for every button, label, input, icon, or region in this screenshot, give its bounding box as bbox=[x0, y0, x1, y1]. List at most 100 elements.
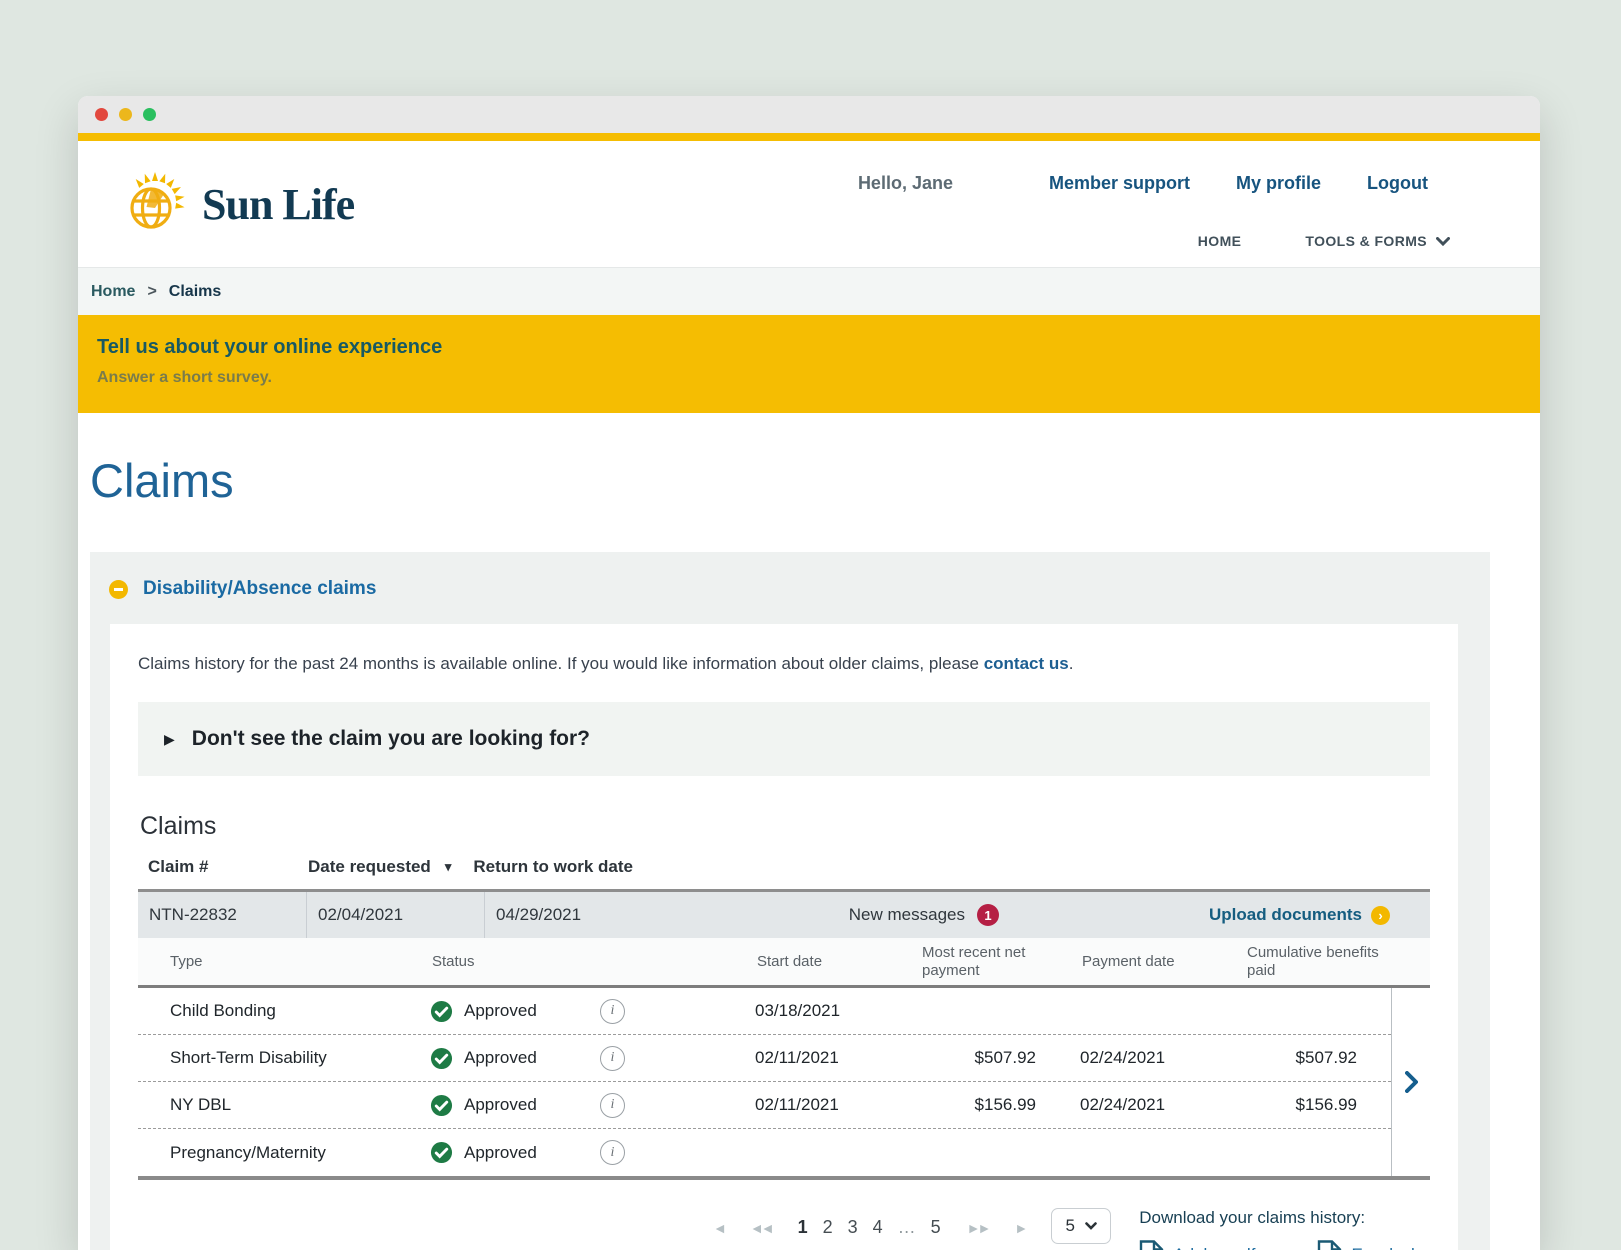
table-row[interactable]: Child Bonding Approved i 03/18/2021 bbox=[138, 988, 1391, 1035]
sort-arrow-icon[interactable]: ▾ bbox=[445, 859, 452, 875]
cumulative-paid: $507.92 bbox=[1245, 1048, 1391, 1068]
sunlife-logo[interactable]: Sun Life bbox=[118, 165, 354, 244]
new-messages-label: New messages bbox=[849, 905, 965, 925]
payment-date: 02/24/2021 bbox=[1080, 1095, 1245, 1115]
page-number-2[interactable]: 2 bbox=[823, 1217, 833, 1238]
claim-rows: Child Bonding Approved i 03/18/2021 bbox=[138, 988, 1392, 1176]
page-number-1[interactable]: 1 bbox=[798, 1217, 808, 1238]
claims-history-note: Claims history for the past 24 months is… bbox=[138, 654, 1430, 674]
col-start-date: Start date bbox=[755, 953, 920, 970]
missing-claim-question: Don't see the claim you are looking for? bbox=[192, 727, 590, 751]
user-greeting: Hello, Jane bbox=[858, 173, 953, 194]
claim-return-date: 04/29/2021 bbox=[484, 892, 754, 938]
nav-tools-forms-label: TOOLS & FORMS bbox=[1305, 233, 1427, 249]
page-number-3[interactable]: 3 bbox=[848, 1217, 858, 1238]
maximize-window-icon[interactable] bbox=[143, 108, 156, 121]
net-payment: $507.92 bbox=[920, 1048, 1080, 1068]
claim-summary-row[interactable]: NTN-22832 02/04/2021 04/29/2021 New mess… bbox=[138, 889, 1430, 938]
brand-accent-bar bbox=[78, 133, 1540, 141]
claim-type: Short-Term Disability bbox=[138, 1048, 430, 1068]
member-support-link[interactable]: Member support bbox=[1049, 173, 1190, 194]
excel-file-icon: X bbox=[1317, 1240, 1342, 1250]
survey-banner-title: Tell us about your online experience bbox=[97, 336, 1540, 359]
xls-link-label: Excel .xls bbox=[1351, 1245, 1423, 1250]
utility-nav: Hello, Jane Member support My profile Lo… bbox=[858, 173, 1428, 194]
info-icon[interactable]: i bbox=[600, 1140, 625, 1165]
site-header: Sun Life Hello, Jane Member support My p… bbox=[78, 141, 1540, 267]
message-count-badge: 1 bbox=[977, 904, 999, 926]
minimize-window-icon[interactable] bbox=[119, 108, 132, 121]
col-type: Type bbox=[138, 953, 430, 970]
first-page-icon[interactable]: ◄◄ bbox=[750, 1220, 772, 1236]
note-period: . bbox=[1069, 654, 1074, 673]
close-window-icon[interactable] bbox=[95, 108, 108, 121]
page-size-select[interactable]: 5 bbox=[1051, 1208, 1111, 1244]
logout-link[interactable]: Logout bbox=[1367, 173, 1428, 194]
window-titlebar bbox=[78, 96, 1540, 133]
upload-documents-link[interactable]: Upload documents › bbox=[1209, 905, 1390, 925]
breadcrumb-current: Claims bbox=[169, 283, 221, 301]
col-date-requested[interactable]: Date requested bbox=[308, 857, 431, 877]
next-page-icon[interactable]: ► bbox=[1014, 1220, 1025, 1236]
cumulative-paid: $156.99 bbox=[1245, 1095, 1391, 1115]
triangle-right-icon: ▶ bbox=[164, 731, 175, 748]
status-cell: Approved bbox=[430, 1141, 600, 1164]
status-label: Approved bbox=[464, 1048, 537, 1068]
expand-claim-chevron[interactable] bbox=[1392, 988, 1430, 1176]
nav-home[interactable]: HOME bbox=[1198, 233, 1242, 249]
upload-documents-label: Upload documents bbox=[1209, 905, 1362, 925]
check-icon bbox=[430, 1141, 453, 1164]
my-profile-link[interactable]: My profile bbox=[1236, 173, 1321, 194]
page-number-4[interactable]: 4 bbox=[873, 1217, 883, 1238]
chevron-down-icon bbox=[1085, 1222, 1097, 1230]
section-toggle[interactable]: Disability/Absence claims bbox=[109, 578, 1490, 600]
download-pdf-link[interactable]: Adobe .pdf bbox=[1139, 1240, 1255, 1250]
info-icon[interactable]: i bbox=[600, 1093, 625, 1118]
survey-banner-subtitle: Answer a short survey. bbox=[97, 369, 1540, 387]
breadcrumb: Home > Claims bbox=[78, 267, 1540, 315]
check-icon bbox=[430, 1000, 453, 1023]
start-date: 02/11/2021 bbox=[755, 1048, 920, 1068]
upload-arrow-icon: › bbox=[1371, 906, 1390, 925]
logo-wordmark: Sun Life bbox=[202, 179, 354, 230]
contact-us-link[interactable]: contact us bbox=[984, 654, 1069, 673]
new-messages-link[interactable]: New messages 1 bbox=[849, 904, 999, 926]
page-number-5[interactable]: 5 bbox=[931, 1217, 941, 1238]
claim-type: Child Bonding bbox=[138, 1001, 430, 1021]
last-page-icon[interactable]: ►► bbox=[967, 1220, 989, 1236]
prev-page-icon[interactable]: ◄ bbox=[713, 1220, 724, 1236]
claim-detail-table: Child Bonding Approved i 03/18/2021 bbox=[138, 988, 1430, 1180]
breadcrumb-separator: > bbox=[147, 283, 156, 301]
claim-type: NY DBL bbox=[138, 1095, 430, 1115]
download-xls-link[interactable]: X Excel .xls bbox=[1317, 1240, 1423, 1250]
info-icon[interactable]: i bbox=[600, 1046, 625, 1071]
claims-subheading: Claims bbox=[140, 812, 1430, 841]
table-row[interactable]: NY DBL Approved i 02/11/2021 $156.99 02/… bbox=[138, 1082, 1391, 1129]
info-icon[interactable]: i bbox=[600, 999, 625, 1024]
page-numbers: 1 2 3 4 … 5 bbox=[798, 1217, 941, 1238]
start-date: 02/11/2021 bbox=[755, 1095, 920, 1115]
col-cumulative: Cumulative benefits paid bbox=[1247, 944, 1397, 979]
claims-card: Claims history for the past 24 months is… bbox=[110, 624, 1458, 1250]
status-label: Approved bbox=[464, 1143, 537, 1163]
start-date: 03/18/2021 bbox=[755, 1001, 920, 1021]
table-row[interactable]: Pregnancy/Maternity Approved i bbox=[138, 1129, 1391, 1176]
status-label: Approved bbox=[464, 1001, 537, 1021]
survey-banner[interactable]: Tell us about your online experience Ans… bbox=[78, 315, 1540, 413]
page-size-value: 5 bbox=[1066, 1216, 1075, 1236]
page-title: Claims bbox=[90, 453, 1490, 508]
download-label: Download your claims history: bbox=[1139, 1208, 1423, 1228]
claims-table-headers: Claim # Date requested ▾ Return to work … bbox=[138, 857, 1430, 889]
payment-date: 02/24/2021 bbox=[1080, 1048, 1245, 1068]
missing-claim-expander[interactable]: ▶ Don't see the claim you are looking fo… bbox=[138, 702, 1430, 776]
status-cell: Approved bbox=[430, 1094, 600, 1117]
col-net-payment: Most recent net payment bbox=[922, 944, 1044, 979]
table-footer: ◄ ◄◄ 1 2 3 4 … 5 ►► ► bbox=[138, 1208, 1430, 1250]
page-ellipsis: … bbox=[898, 1217, 916, 1238]
browser-window: Sun Life Hello, Jane Member support My p… bbox=[78, 96, 1540, 1250]
pagination: ◄ ◄◄ 1 2 3 4 … 5 ►► ► bbox=[713, 1208, 1025, 1238]
nav-tools-forms[interactable]: TOOLS & FORMS bbox=[1305, 233, 1450, 249]
col-payment-date: Payment date bbox=[1080, 953, 1245, 970]
breadcrumb-home-link[interactable]: Home bbox=[91, 283, 135, 301]
table-row[interactable]: Short-Term Disability Approved i 02/11/2… bbox=[138, 1035, 1391, 1082]
